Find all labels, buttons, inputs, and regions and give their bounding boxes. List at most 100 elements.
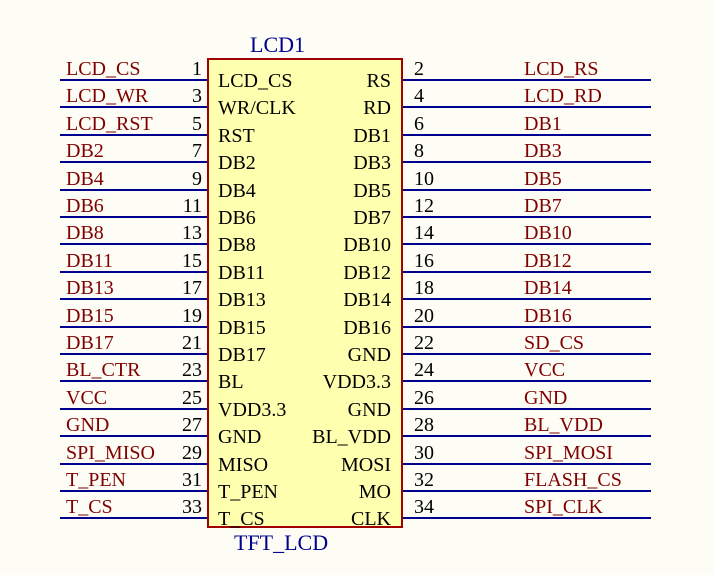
net-label: SPI_MOSI [524, 442, 684, 465]
net-label: DB17 [66, 332, 186, 355]
pin-name: DB15 [218, 317, 266, 340]
net-label: DB6 [66, 195, 186, 218]
net-label: DB7 [524, 195, 684, 218]
pin-number: 20 [414, 305, 444, 328]
net-label: BL_VDD [524, 414, 684, 437]
pin-number: 31 [172, 469, 202, 492]
pin-name: CLK [351, 508, 391, 531]
pin-name: DB3 [353, 152, 391, 175]
pin-name: DB14 [343, 289, 391, 312]
net-label: BL_CTR [66, 359, 186, 382]
net-label: LCD_RST [66, 113, 186, 136]
pin-number: 19 [172, 305, 202, 328]
pin-number: 11 [172, 195, 202, 218]
pin-name: RST [218, 125, 255, 148]
net-label: DB5 [524, 168, 684, 191]
pin-name: VDD3.3 [218, 399, 286, 422]
pin-name: DB16 [343, 317, 391, 340]
designator-label: LCD1 [250, 32, 305, 58]
pin-number: 22 [414, 332, 444, 355]
pin-name: DB8 [218, 234, 256, 257]
net-label: T_CS [66, 496, 186, 519]
net-label: LCD_RS [524, 58, 684, 81]
net-label: VCC [66, 387, 186, 410]
pin-name: DB1 [353, 125, 391, 148]
pin-number: 3 [172, 85, 202, 108]
pin-name: BL [218, 371, 244, 394]
pin-name: DB5 [353, 180, 391, 203]
pin-name: DB12 [343, 262, 391, 285]
net-label: SPI_CLK [524, 496, 684, 519]
pin-number: 29 [172, 442, 202, 465]
pin-name: DB10 [343, 234, 391, 257]
pin-number: 15 [172, 250, 202, 273]
pin-number: 33 [172, 496, 202, 519]
net-label: DB16 [524, 305, 684, 328]
pin-name: RS [367, 70, 391, 93]
pin-name: DB13 [218, 289, 266, 312]
pin-name: MOSI [341, 454, 391, 477]
net-label: DB13 [66, 277, 186, 300]
pin-name: DB17 [218, 344, 266, 367]
pin-number: 9 [172, 168, 202, 191]
net-label: VCC [524, 359, 684, 382]
pin-name: MO [359, 481, 391, 504]
net-label: DB1 [524, 113, 684, 136]
pin-number: 25 [172, 387, 202, 410]
pin-name: VDD3.3 [323, 371, 391, 394]
pin-name: RD [363, 97, 391, 120]
pin-name: DB6 [218, 207, 256, 230]
net-label: LCD_WR [66, 85, 186, 108]
net-label: FLASH_CS [524, 469, 684, 492]
pin-number: 26 [414, 387, 444, 410]
net-label: DB10 [524, 222, 684, 245]
pin-number: 1 [172, 58, 202, 81]
net-label: DB12 [524, 250, 684, 273]
pin-name: GND [348, 399, 391, 422]
net-label: GND [66, 414, 186, 437]
net-label: SPI_MISO [66, 442, 186, 465]
pin-name: DB2 [218, 152, 256, 175]
pin-name: MISO [218, 454, 268, 477]
pin-number: 32 [414, 469, 444, 492]
net-label: SD_CS [524, 332, 684, 355]
pin-number: 24 [414, 359, 444, 382]
pin-number: 7 [172, 140, 202, 163]
pin-number: 28 [414, 414, 444, 437]
pin-number: 14 [414, 222, 444, 245]
net-label: DB14 [524, 277, 684, 300]
pin-number: 27 [172, 414, 202, 437]
pin-name: GND [218, 426, 261, 449]
pin-name: T_PEN [218, 481, 278, 504]
pin-name: DB4 [218, 180, 256, 203]
pin-number: 13 [172, 222, 202, 245]
net-label: DB8 [66, 222, 186, 245]
net-label: T_PEN [66, 469, 186, 492]
pin-name: T_CS [218, 508, 265, 531]
pin-name: GND [348, 344, 391, 367]
pin-number: 2 [414, 58, 444, 81]
pin-number: 34 [414, 496, 444, 519]
pin-number: 16 [414, 250, 444, 273]
pin-number: 21 [172, 332, 202, 355]
net-label: DB2 [66, 140, 186, 163]
net-label: LCD_RD [524, 85, 684, 108]
pin-number: 8 [414, 140, 444, 163]
net-label: DB15 [66, 305, 186, 328]
pin-number: 12 [414, 195, 444, 218]
pin-number: 30 [414, 442, 444, 465]
net-label: DB4 [66, 168, 186, 191]
pin-name: DB11 [218, 262, 265, 285]
pin-number: 4 [414, 85, 444, 108]
pin-name: DB7 [353, 207, 391, 230]
net-label: LCD_CS [66, 58, 186, 81]
net-label: DB3 [524, 140, 684, 163]
component-type-label: TFT_LCD [234, 530, 328, 556]
net-label: DB11 [66, 250, 186, 273]
pin-name: BL_VDD [312, 426, 391, 449]
pin-name: WR/CLK [218, 97, 296, 120]
pin-number: 23 [172, 359, 202, 382]
pin-name: LCD_CS [218, 70, 292, 93]
net-label: GND [524, 387, 684, 410]
pin-number: 18 [414, 277, 444, 300]
